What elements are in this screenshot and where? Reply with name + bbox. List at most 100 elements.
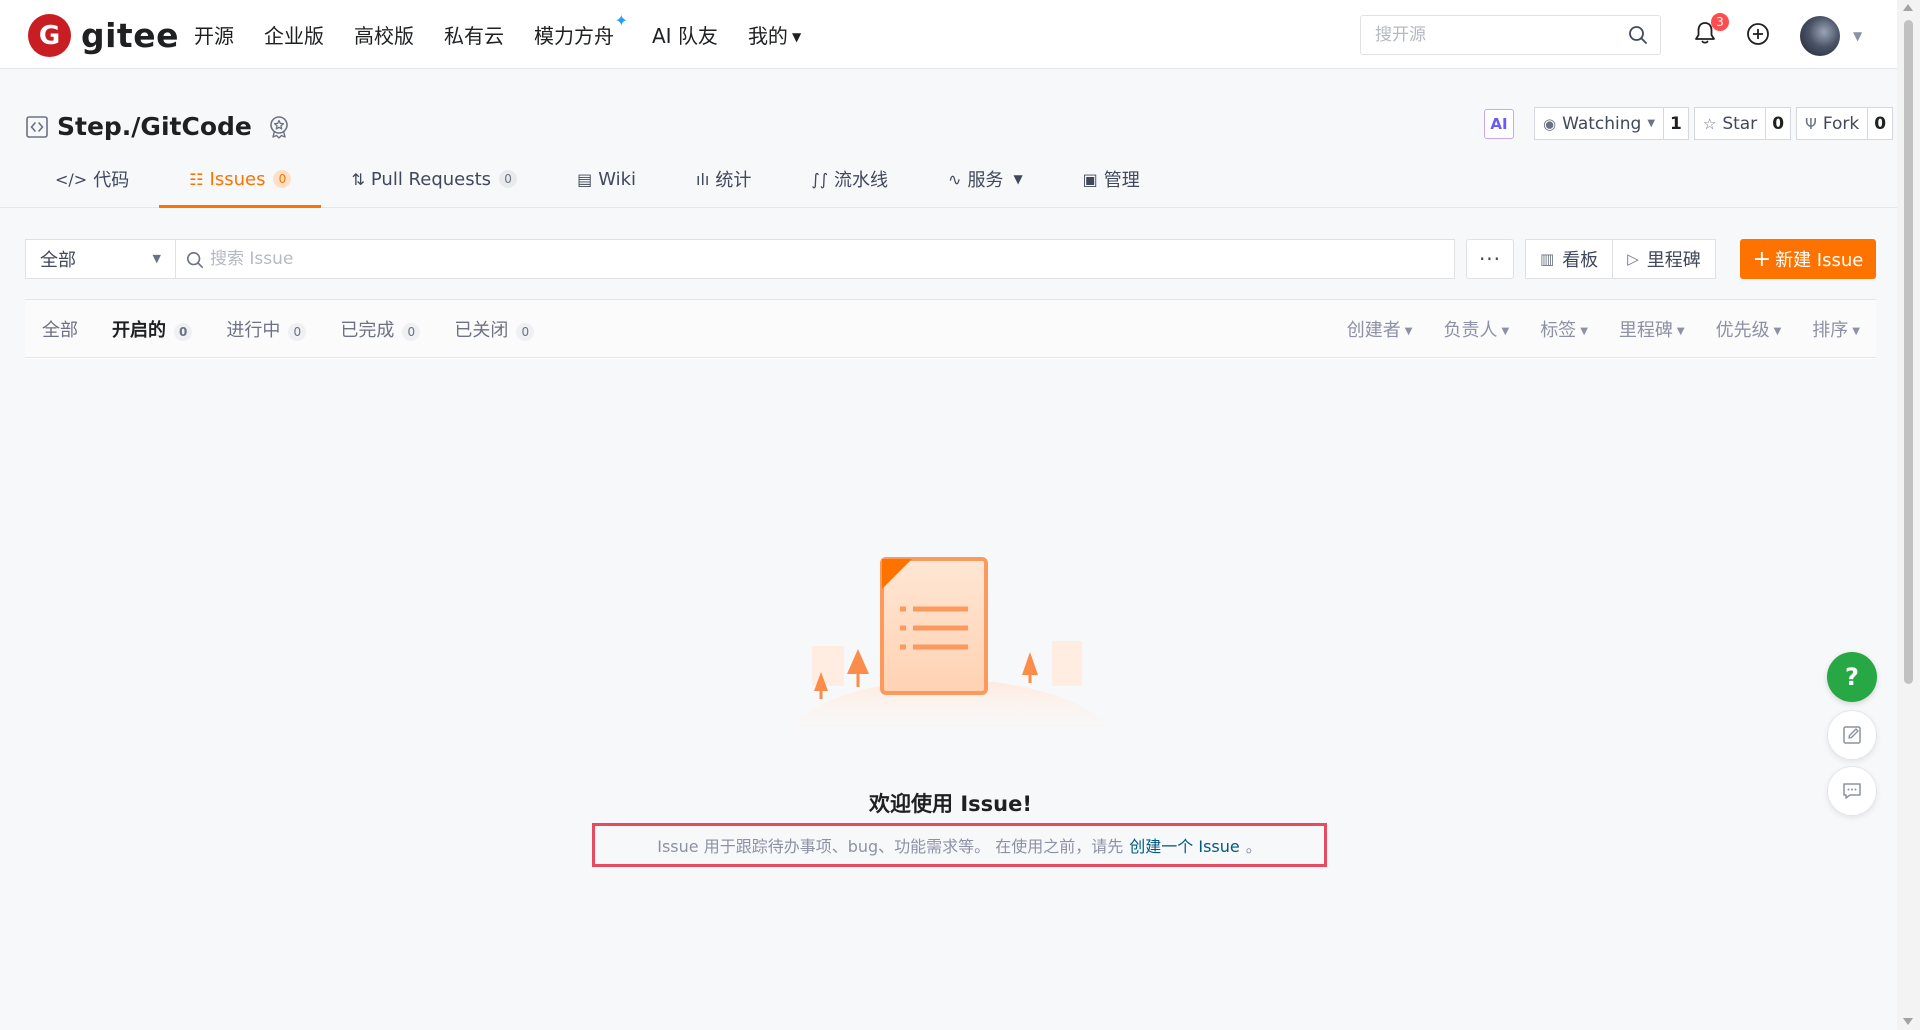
status-tab-closed-label: 已关闭 (454, 320, 509, 341)
tab-code-label: 代码 (93, 170, 130, 191)
filter-label[interactable]: 标签 ▼ (1540, 316, 1588, 342)
caret-down-icon: ▼ (1676, 326, 1685, 337)
star-icon: ☆ (1702, 114, 1717, 133)
page-scrollbar[interactable] (1897, 0, 1920, 1030)
repo-code-icon (25, 115, 49, 139)
status-tab-closed-count: 0 (516, 323, 535, 341)
status-tab-in-progress-count: 0 (288, 323, 307, 341)
star-label: Star (1722, 113, 1758, 134)
caret-down-icon: ▼ (1501, 326, 1510, 337)
chat-icon (1843, 783, 1861, 799)
tab-manage[interactable]: ▣ 管理 (1083, 160, 1140, 208)
code-icon: </> (55, 169, 88, 189)
sparkle-icon: ✦ (614, 11, 628, 30)
award-badge-icon[interactable] (266, 114, 292, 140)
fork-button[interactable]: Ψ Fork (1796, 107, 1869, 140)
status-tab-in-progress[interactable]: 进行中 0 (226, 316, 307, 342)
tab-stats[interactable]: ılı 统计 (696, 160, 751, 208)
filter-dropdowns: 创建者 ▼ 负责人 ▼ 标签 ▼ 里程碑 ▼ 优先级 ▼ 排序 ▼ (1316, 300, 1860, 358)
fork-icon: Ψ (1805, 114, 1817, 133)
more-options-button[interactable]: ··· (1466, 239, 1514, 279)
empty-document-illustration (782, 557, 1117, 736)
status-tab-closed[interactable]: 已关闭 0 (454, 316, 535, 342)
global-search-input[interactable] (1375, 25, 1615, 45)
top-navbar: G gitee 开源 企业版 高校版 私有云 模力方舟 ✦ AI 队友 我的▼ (0, 0, 1897, 69)
watch-count[interactable]: 1 (1664, 107, 1689, 140)
feedback-edit-button[interactable] (1827, 710, 1877, 760)
filter-milestone[interactable]: 里程碑 ▼ (1619, 316, 1685, 342)
watch-button[interactable]: ◉ Watching ▼ (1534, 107, 1665, 140)
status-tab-all-label: 全部 (42, 320, 78, 341)
filter-sort[interactable]: 排序 ▼ (1812, 316, 1860, 342)
nav-link-open-source[interactable]: 开源 (194, 20, 234, 49)
tab-issues[interactable]: ☷ Issues 0 (159, 160, 322, 208)
scrollbar-thumb[interactable] (1904, 20, 1913, 684)
nav-link-education[interactable]: 高校版 (354, 20, 414, 49)
chat-button[interactable] (1827, 766, 1877, 816)
caret-down-icon: ▼ (152, 252, 161, 265)
filter-author[interactable]: 创建者 ▼ (1347, 316, 1413, 342)
status-tab-open-count: 0 (174, 323, 193, 341)
help-button[interactable]: ? (1827, 652, 1877, 702)
nav-link-mine[interactable]: 我的 ▼ (748, 20, 801, 49)
tab-wiki[interactable]: ▤ Wiki (577, 160, 636, 208)
avatar[interactable] (1800, 16, 1840, 56)
status-tab-done[interactable]: 已完成 0 (340, 316, 421, 342)
fork-count[interactable]: 0 (1868, 107, 1894, 140)
filter-assignee[interactable]: 负责人 ▼ (1443, 316, 1509, 342)
tab-code[interactable]: </> 代码 (55, 160, 129, 208)
page: G gitee 开源 企业版 高校版 私有云 模力方舟 ✦ AI 队友 我的▼ (0, 0, 1920, 1030)
search-icon[interactable] (1628, 25, 1648, 49)
nav-link-moli[interactable]: 模力方舟 ✦ (534, 11, 628, 49)
repo-tabs: </> 代码 ☷ Issues 0 ⇅ Pull Requests 0 ▤ Wi… (0, 160, 1140, 208)
star-group: ☆ Star 0 (1693, 107, 1792, 140)
board-button[interactable]: ▥ 看板 (1525, 239, 1614, 279)
tab-stats-label: 统计 (715, 170, 752, 191)
manage-icon: ▣ (1082, 169, 1098, 189)
tab-pipeline[interactable]: ∫∫ 流水线 (811, 160, 888, 208)
caret-down-icon: ▼ (1013, 172, 1023, 186)
caret-down-icon: ▼ (1404, 326, 1413, 337)
gitee-logo[interactable]: G gitee (28, 14, 179, 57)
plus-circle-icon[interactable] (1745, 21, 1771, 47)
bar-chart-icon: ılı (696, 169, 710, 189)
scope-select[interactable]: 全部 ▼ (25, 239, 175, 279)
status-tab-all[interactable]: 全部 (42, 316, 78, 342)
caret-down-icon: ▼ (1773, 326, 1782, 337)
issue-search-input[interactable] (210, 249, 1410, 269)
issues-toolbar: 全部 ▼ ··· ▥ 看板 ▷ 里程碑 + (25, 239, 1876, 279)
tab-services-label: 服务 (967, 170, 1004, 191)
tab-pull-requests-count: 0 (499, 170, 518, 188)
star-button[interactable]: ☆ Star (1693, 107, 1767, 140)
repo-name[interactable]: Step./GitCode (57, 112, 252, 141)
tab-pull-requests-label: Pull Requests (370, 168, 492, 190)
board-icon: ▥ (1540, 250, 1555, 268)
filter-label-label: 标签 (1540, 320, 1577, 341)
status-tab-done-label: 已完成 (340, 320, 395, 341)
empty-state-hint-suffix: 。 (1245, 837, 1262, 856)
create-issue-link[interactable]: 创建一个 Issue (1129, 833, 1239, 857)
scroll-down-icon[interactable] (1903, 1018, 1913, 1025)
issues-panel: 全部 开启的 0 进行中 0 已完成 0 已关闭 0 创建者 ▼ 负责人 ▼ 标… (25, 299, 1876, 1030)
milestone-button[interactable]: ▷ 里程碑 (1613, 239, 1716, 279)
issue-search (175, 239, 1455, 279)
status-tab-open[interactable]: 开启的 0 (112, 316, 193, 342)
star-count[interactable]: 0 (1766, 107, 1792, 140)
ai-assistant-button[interactable]: AI (1484, 108, 1514, 139)
filter-sort-label: 排序 (1812, 320, 1849, 341)
pipeline-icon: ∫∫ (811, 169, 829, 189)
empty-state-title: 欢迎使用 Issue! (869, 792, 1032, 816)
filter-priority[interactable]: 优先级 ▼ (1716, 316, 1782, 342)
scroll-up-icon[interactable] (1903, 4, 1913, 11)
avatar-caret-icon[interactable]: ▼ (1853, 29, 1862, 43)
nav-links: 开源 企业版 高校版 私有云 模力方舟 ✦ AI 队友 我的 ▼ (194, 0, 831, 69)
new-issue-button[interactable]: + 新建 Issue (1740, 239, 1876, 279)
filter-priority-label: 优先级 (1715, 320, 1770, 341)
caret-down-icon: ▼ (791, 30, 802, 44)
nav-link-ai-teammate[interactable]: AI 队友 (652, 20, 718, 49)
tab-pull-requests[interactable]: ⇅ Pull Requests 0 (351, 160, 518, 208)
nav-link-enterprise[interactable]: 企业版 (264, 20, 324, 49)
tab-services[interactable]: ∿ 服务 ▼ (948, 160, 1023, 208)
eye-icon: ◉ (1543, 114, 1557, 133)
nav-link-private-cloud[interactable]: 私有云 (444, 20, 504, 49)
